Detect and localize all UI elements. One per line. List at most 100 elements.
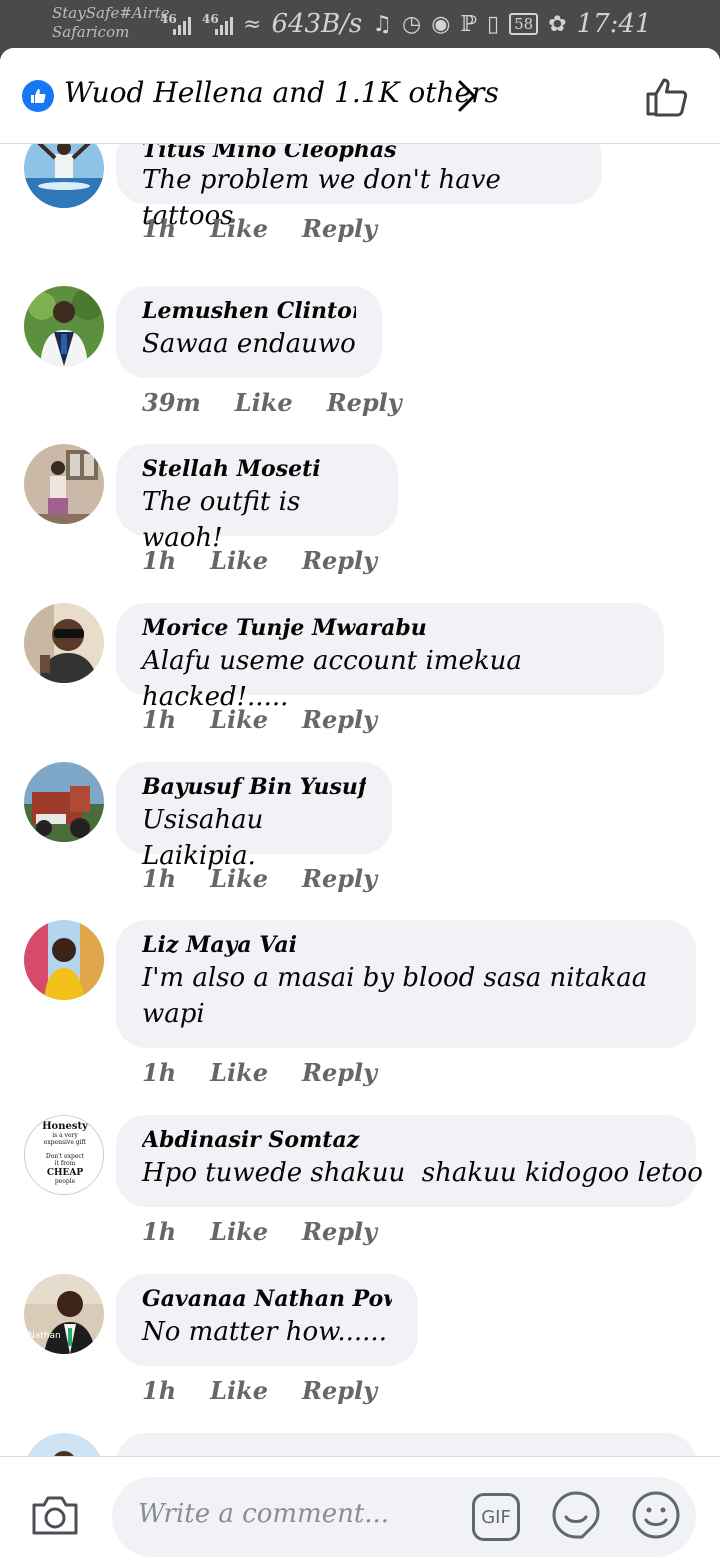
battery-level: 58 — [509, 13, 539, 35]
avatar[interactable] — [24, 762, 104, 842]
clock: 17:41 — [576, 9, 652, 39]
avatar-text-4: Don't expect — [46, 1153, 85, 1160]
avatar[interactable] — [24, 444, 104, 524]
comment-bubble[interactable]: Liz Maya Vai I'm also a masai by blood s… — [116, 920, 696, 1048]
like-link[interactable]: Like — [210, 1058, 268, 1087]
avatar-caption: Nathan — [28, 1331, 61, 1341]
reply-link[interactable]: Reply — [327, 388, 402, 417]
commenter-name[interactable]: Liz Maya Vai — [142, 930, 670, 960]
comment-text: No matter how...... — [142, 1317, 387, 1347]
bluetooth-icon: ℙ — [460, 11, 477, 37]
avatar-text-5: it from — [55, 1160, 76, 1167]
comment-time: 1h — [142, 1058, 177, 1087]
status-indicators: ≈ 643B/s ♫ ◷ ◉ ℙ ▯ 58 ✿ 17:41 — [243, 8, 652, 40]
comment-time: 1h — [142, 546, 177, 575]
comment-actions: 1h Like Reply — [142, 705, 411, 734]
avatar-text-1: Honesty — [42, 1121, 89, 1132]
avatar-text-3: expensive gift — [44, 1139, 87, 1146]
avatar[interactable]: Nathan — [24, 1274, 104, 1354]
comment-actions: 1h Like Reply — [142, 546, 411, 575]
commenter-name[interactable]: Abdinasir Somtaz — [142, 1125, 670, 1155]
reply-link[interactable]: Reply — [302, 546, 377, 575]
commenter-name[interactable]: Stellah Moseti — [142, 454, 372, 484]
gif-button[interactable]: GIF — [472, 1493, 520, 1541]
commenter-name[interactable]: Morice Tunje Mwarabu — [142, 613, 638, 643]
like-link[interactable]: Like — [210, 214, 268, 243]
carrier-line-2: Safaricom — [52, 23, 130, 41]
avatar[interactable]: Honesty is a very expensive gift Don't e… — [24, 1115, 104, 1195]
comments-sheet: Wuod Hellena and 1.1K others Titus Mino … — [0, 48, 720, 1560]
comment-time: 1h — [142, 1217, 177, 1246]
comment-bubble[interactable] — [116, 1433, 696, 1456]
eye-icon: ◉ — [431, 11, 451, 37]
comment-bubble[interactable]: Stellah Moseti The outfit is waoh! — [116, 444, 398, 553]
comment-actions: 1h Like Reply — [142, 1217, 411, 1246]
like-link[interactable]: Like — [210, 1217, 268, 1246]
reply-link[interactable]: Reply — [302, 864, 377, 893]
commenter-name[interactable]: Gavanaa Nathan Power — [142, 1284, 392, 1314]
comment-bubble[interactable]: Morice Tunje Mwarabu Alafu useme account… — [116, 603, 664, 712]
avatar[interactable] — [24, 144, 104, 208]
comment-bubble[interactable]: Gavanaa Nathan Power No matter how...... — [116, 1274, 418, 1366]
emoji-button[interactable] — [630, 1489, 682, 1541]
carrier-info: StaySafe#Airte Safaricom — [52, 4, 170, 42]
reply-link[interactable]: Reply — [302, 1217, 377, 1246]
avatar[interactable] — [24, 1433, 104, 1456]
leaf-icon: ✿ — [548, 11, 567, 37]
reply-link[interactable]: Reply — [302, 705, 377, 734]
sticker-button[interactable] — [550, 1489, 602, 1541]
reactions-summary[interactable]: Wuod Hellena and 1.1K others — [64, 76, 499, 109]
comment-composer: Write a comment... GIF — [0, 1456, 720, 1560]
carrier-line-1: StaySafe#Airte — [52, 4, 170, 22]
comment-time: 1h — [142, 705, 177, 734]
avatar-text-6: CHEAP — [47, 1168, 84, 1178]
like-link[interactable]: Like — [210, 864, 268, 893]
like-link[interactable]: Like — [210, 546, 268, 575]
comment-time: 1h — [142, 864, 177, 893]
commenter-name[interactable]: Lemushen Clinton — [142, 296, 356, 326]
like-post-button[interactable] — [644, 76, 690, 118]
comment-actions: 39m Like Reply — [142, 388, 436, 417]
vibrate-icon: ▯ — [486, 11, 500, 37]
avatar-text-7: people — [55, 1178, 76, 1185]
reply-link[interactable]: Reply — [302, 1058, 377, 1087]
chevron-right-icon[interactable] — [456, 78, 478, 114]
like-link[interactable]: Like — [210, 705, 268, 734]
comment-bubble[interactable]: Abdinasir Somtaz Hpo tuwede shakuu shaku… — [116, 1115, 703, 1207]
network-speed: 643B/s — [271, 9, 363, 39]
signal-1-icon — [173, 17, 191, 35]
comment-bubble[interactable]: Lemushen Clinton Sawaa endauwo — [116, 286, 382, 378]
camera-button[interactable] — [30, 1493, 80, 1537]
comment-input[interactable]: Write a comment... GIF — [112, 1477, 696, 1557]
comment-bubble[interactable]: Bayusuf Bin Yusuf Usisahau Laikipia. — [116, 762, 392, 871]
music-icon: ♫ — [372, 11, 393, 37]
comment-time: 1h — [142, 214, 177, 243]
reply-link[interactable]: Reply — [302, 214, 377, 243]
status-bar: StaySafe#Airte Safaricom 46 46 ≈ 643B/s … — [0, 0, 720, 48]
comment-actions: 1h Like Reply — [142, 1376, 411, 1405]
avatar[interactable] — [24, 920, 104, 1000]
avatar[interactable] — [24, 603, 104, 683]
commenter-name[interactable]: Bayusuf Bin Yusuf — [142, 772, 366, 802]
comment-bubble[interactable]: Titus Mino Cleophas The problem we don't… — [116, 144, 602, 231]
comment-actions: 1h Like Reply — [142, 214, 411, 243]
reply-link[interactable]: Reply — [302, 1376, 377, 1405]
alarm-icon: ◷ — [402, 11, 422, 37]
comment-time: 39m — [142, 388, 201, 417]
avatar[interactable] — [24, 286, 104, 366]
comment-text: I'm also a masai by blood sasa nitakaa w… — [142, 963, 648, 1029]
wifi-icon: ≈ — [243, 11, 262, 37]
comment-actions: 1h Like Reply — [142, 864, 411, 893]
avatar-text-2: is a very — [52, 1132, 78, 1139]
reactions-header[interactable]: Wuod Hellena and 1.1K others — [0, 48, 720, 144]
comment-actions: 1h Like Reply — [142, 1058, 411, 1087]
like-reaction-icon — [22, 80, 54, 112]
comment-text: Hpo tuwede shakuu shakuu kidogoo letoo — [142, 1158, 703, 1188]
like-link[interactable]: Like — [210, 1376, 268, 1405]
commenter-name[interactable]: Titus Mino Cleophas — [142, 144, 576, 162]
signal-2-icon — [215, 17, 233, 35]
comment-list[interactable]: Titus Mino Cleophas The problem we don't… — [0, 144, 720, 1456]
comment-placeholder: Write a comment... — [138, 1499, 390, 1529]
like-link[interactable]: Like — [235, 388, 293, 417]
comment-text: Sawaa endauwo — [142, 329, 356, 359]
